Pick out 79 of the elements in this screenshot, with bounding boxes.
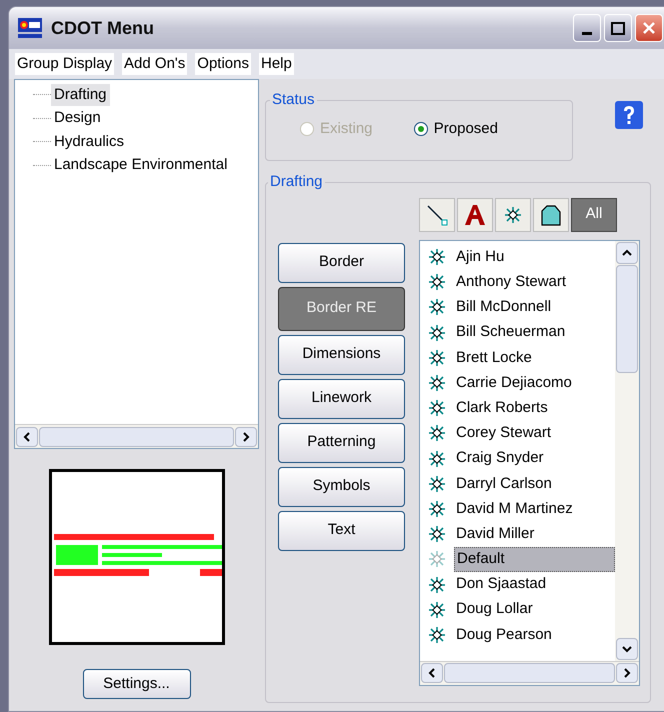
letter-a-icon bbox=[463, 202, 487, 226]
list-item[interactable]: Doug Lollar bbox=[420, 597, 615, 622]
list-item[interactable]: Corey Stewart bbox=[420, 420, 615, 446]
help-icon[interactable] bbox=[615, 101, 643, 129]
list-item[interactable]: David Miller bbox=[420, 522, 615, 547]
maximize-button[interactable] bbox=[604, 14, 632, 42]
close-button[interactable] bbox=[635, 14, 663, 42]
radio-option[interactable]: Proposed bbox=[414, 118, 498, 140]
scroll-right-icon[interactable] bbox=[616, 663, 638, 683]
minimize-button[interactable] bbox=[573, 14, 601, 42]
group-title: Status bbox=[271, 90, 316, 110]
list-item[interactable]: Brett Locke bbox=[420, 345, 615, 370]
settings-button[interactable]: Settings... bbox=[82, 669, 190, 699]
cell-icon bbox=[428, 525, 446, 544]
scroll-thumb[interactable] bbox=[39, 426, 234, 446]
cell-icon bbox=[428, 576, 446, 594]
cell-icon bbox=[428, 450, 446, 468]
minimize-icon bbox=[582, 32, 592, 35]
filter-button[interactable] bbox=[457, 198, 493, 232]
tree-item[interactable]: Drafting bbox=[51, 84, 110, 106]
list-item[interactable]: Anthony Stewart bbox=[420, 270, 615, 295]
tree-item[interactable]: Design bbox=[51, 107, 104, 130]
close-icon bbox=[642, 21, 656, 35]
cell-icon bbox=[428, 374, 446, 392]
scroll-thumb[interactable] bbox=[444, 663, 615, 683]
horizontal-scrollbar[interactable] bbox=[420, 660, 639, 684]
group-button[interactable]: Text bbox=[278, 510, 405, 550]
menu-item[interactable]: Group Display bbox=[15, 52, 114, 76]
list-item[interactable]: Bill McDonnell bbox=[420, 294, 615, 320]
scroll-up-icon[interactable] bbox=[616, 242, 638, 264]
cell-icon bbox=[428, 550, 446, 568]
cell-icon bbox=[428, 424, 446, 442]
cell-icon bbox=[428, 600, 446, 619]
list-item[interactable]: Darryl Carlson bbox=[420, 471, 615, 496]
radio-button[interactable] bbox=[414, 122, 428, 136]
cell-icon bbox=[428, 399, 446, 418]
line-icon bbox=[425, 202, 449, 226]
cell-icon bbox=[428, 324, 446, 342]
maximize-icon bbox=[611, 22, 625, 34]
tree-item[interactable]: Hydraulics bbox=[51, 130, 128, 153]
scroll-down-icon[interactable] bbox=[616, 638, 638, 660]
cell-icon bbox=[428, 500, 446, 518]
group-button[interactable]: Symbols bbox=[278, 466, 405, 506]
menu-item[interactable]: Help bbox=[258, 52, 294, 76]
app-icon bbox=[17, 16, 43, 40]
menu-item[interactable]: Options bbox=[195, 52, 251, 76]
scroll-left-icon[interactable] bbox=[421, 663, 443, 683]
horizontal-scrollbar[interactable] bbox=[15, 424, 258, 448]
window-title: CDOT Menu bbox=[51, 16, 154, 40]
group-button[interactable]: Border bbox=[278, 242, 405, 282]
list-item[interactable]: Carrie Dejiacomo bbox=[420, 370, 615, 396]
cell-icon bbox=[428, 248, 446, 266]
cell-icon bbox=[428, 474, 446, 493]
list-item[interactable]: Doug Pearson bbox=[420, 622, 615, 648]
cell-icon bbox=[428, 348, 446, 367]
cell-icon bbox=[428, 626, 446, 644]
scroll-right-icon[interactable] bbox=[235, 426, 257, 446]
group-button[interactable]: Dimensions bbox=[278, 334, 405, 374]
menu-item[interactable]: Add On's bbox=[122, 52, 188, 76]
tree-item[interactable]: Landscape Environmental bbox=[51, 154, 230, 176]
hatch-pattern-icon bbox=[539, 202, 563, 226]
list-item[interactable]: Bill Scheuerman bbox=[420, 320, 615, 346]
scroll-thumb[interactable] bbox=[616, 264, 638, 372]
cell-icon bbox=[504, 206, 522, 224]
list-item[interactable]: Craig Snyder bbox=[420, 446, 615, 472]
cell-icon bbox=[428, 273, 446, 292]
group-button[interactable]: Linework bbox=[278, 378, 405, 418]
vertical-scrollbar[interactable] bbox=[615, 240, 639, 660]
scroll-left-icon[interactable] bbox=[16, 426, 38, 446]
group-title: Drafting bbox=[269, 172, 324, 192]
filter-button[interactable]: All bbox=[571, 198, 617, 232]
list-item[interactable]: David M Martinez bbox=[420, 496, 615, 522]
group-button[interactable]: Border RE bbox=[278, 286, 405, 330]
filter-button[interactable] bbox=[533, 198, 569, 232]
list-item[interactable]: Don Sjaastad bbox=[420, 572, 615, 598]
list-item[interactable]: Clark Roberts bbox=[420, 396, 615, 421]
group-button[interactable]: Patterning bbox=[278, 422, 405, 462]
list-item[interactable]: Ajin Hu bbox=[420, 244, 615, 270]
cell-icon bbox=[428, 298, 446, 316]
